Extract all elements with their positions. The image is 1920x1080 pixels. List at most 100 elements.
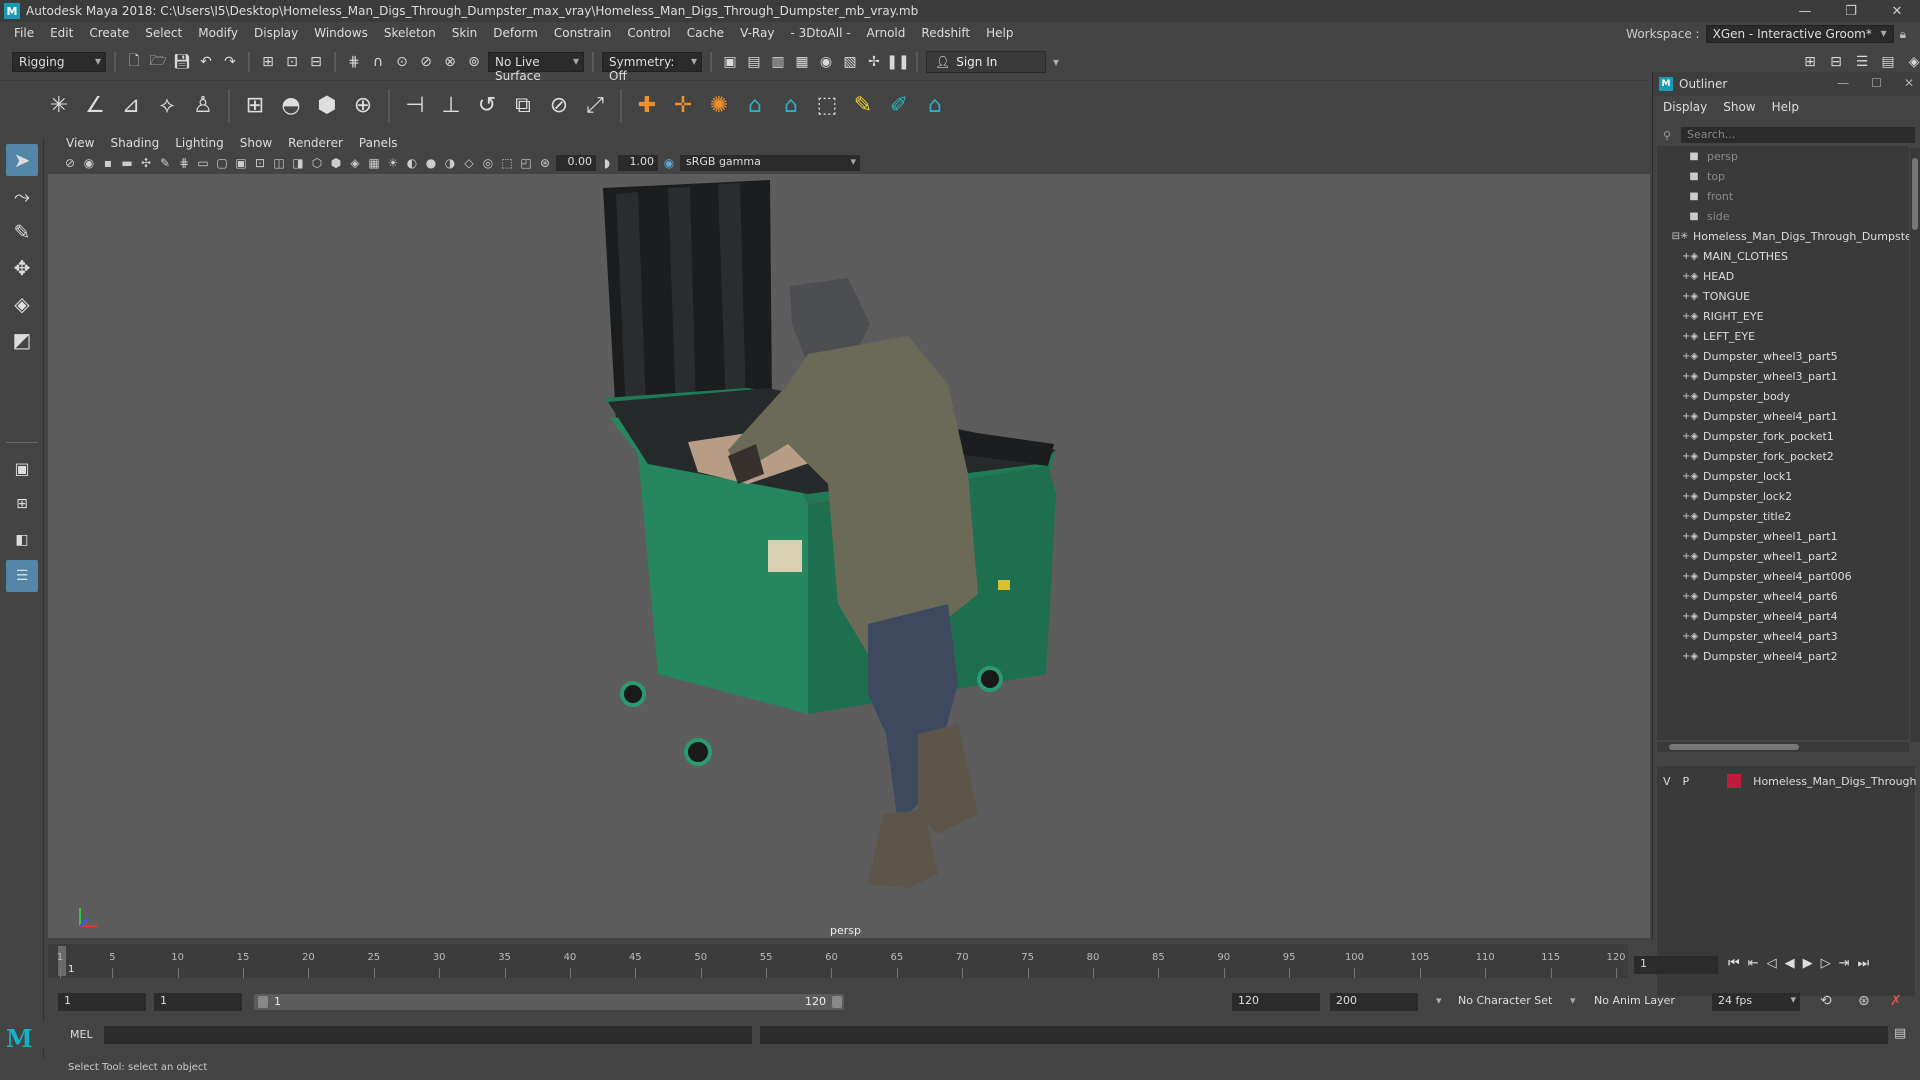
- filter-icon[interactable]: ⚲: [1663, 129, 1671, 142]
- animation-prefs-icon[interactable]: ✗: [1890, 993, 1902, 1009]
- minimize-button[interactable]: —: [1782, 0, 1828, 22]
- outliner-search-input[interactable]: Search...: [1681, 127, 1915, 143]
- use-lights-icon[interactable]: ☀: [385, 155, 401, 171]
- minimize-button[interactable]: —: [1837, 76, 1849, 90]
- outliner-item[interactable]: ■ front: [1657, 186, 1909, 206]
- parent-constraint-icon[interactable]: ⊣: [400, 91, 430, 121]
- outliner-item[interactable]: +◈ Dumpster_lock2: [1657, 486, 1909, 506]
- outliner-menu-help[interactable]: Help: [1772, 100, 1799, 114]
- resolution-gate-icon[interactable]: ▢: [214, 155, 230, 171]
- hik-skeleton-icon[interactable]: ⌂: [776, 91, 806, 121]
- render-view-icon[interactable]: ▣: [720, 52, 740, 72]
- outliner-item[interactable]: +◈ MAIN_CLOTHES: [1657, 246, 1909, 266]
- workspace-dropdown[interactable]: XGen - Interactive Groom*: [1705, 25, 1894, 43]
- display-layer-row[interactable]: V P Homeless_Man_Digs_Through: [1663, 774, 1917, 788]
- outliner-item[interactable]: +◈ Dumpster_wheel4_part1: [1657, 406, 1909, 426]
- gamma-icon[interactable]: ◗: [599, 155, 615, 171]
- snap-vertex-icon[interactable]: ⊚: [464, 52, 484, 72]
- step-forward-frame-icon[interactable]: ▷: [1821, 956, 1831, 971]
- time-slider[interactable]: 1 5 10 15 20 25 30 35 40 45 50 55 60 65 70 75 80 85 90 95 10…: [48, 944, 1628, 978]
- loop-icon[interactable]: ⟲: [1820, 993, 1832, 1009]
- command-input[interactable]: [104, 1026, 752, 1044]
- go-to-start-icon[interactable]: ⏮: [1728, 956, 1740, 971]
- isolate-select-icon[interactable]: ◎: [480, 155, 496, 171]
- color-management-icon[interactable]: ◉: [661, 155, 677, 171]
- four-view-icon[interactable]: ⊞: [6, 488, 38, 520]
- locator-icon[interactable]: ✚: [632, 91, 662, 121]
- textured-icon[interactable]: ▦: [366, 155, 382, 171]
- menu-modify[interactable]: Modify: [190, 26, 246, 40]
- symmetry-dropdown[interactable]: Symmetry: Off: [602, 52, 702, 83]
- tool-settings-icon[interactable]: ☰: [1852, 52, 1872, 72]
- save-scene-icon[interactable]: 💾︎: [172, 52, 192, 72]
- render-settings-icon[interactable]: ▦: [792, 52, 812, 72]
- paint-weights-icon[interactable]: ✎: [848, 91, 878, 121]
- point-constraint-icon[interactable]: ⊥: [436, 91, 466, 121]
- menu-edit[interactable]: Edit: [42, 26, 81, 40]
- outliner-item[interactable]: +◈ Dumpster_wheel4_part6: [1657, 586, 1909, 606]
- live-surface-field[interactable]: No Live Surface: [488, 52, 584, 83]
- paint-select-icon[interactable]: ✎: [6, 216, 38, 248]
- render-setup-icon[interactable]: ▧: [840, 52, 860, 72]
- outliner-item[interactable]: +◈ LEFT_EYE: [1657, 326, 1909, 346]
- viewport-menu-view[interactable]: View: [58, 136, 102, 150]
- wireframe-icon[interactable]: ⬡: [309, 155, 325, 171]
- menu-display[interactable]: Display: [246, 26, 306, 40]
- select-hierarchy-icon[interactable]: ⊞: [258, 52, 278, 72]
- snap-view-icon[interactable]: ⊘: [416, 52, 436, 72]
- outliner-item[interactable]: +◈ Dumpster_wheel1_part1: [1657, 526, 1909, 546]
- outliner-item[interactable]: +◈ Dumpster_wheel4_part3: [1657, 626, 1909, 646]
- menu-arnold[interactable]: Arnold: [859, 26, 914, 40]
- outliner-item[interactable]: ■ persp: [1657, 146, 1909, 166]
- menu-skin[interactable]: Skin: [444, 26, 486, 40]
- menu-select[interactable]: Select: [137, 26, 190, 40]
- image-plane-icon[interactable]: ▬: [119, 155, 135, 171]
- xray-icon[interactable]: ⬚: [499, 155, 515, 171]
- open-scene-icon[interactable]: 🗁︎: [148, 52, 168, 72]
- select-tool-icon[interactable]: ➤: [6, 144, 38, 176]
- grease-pencil-icon[interactable]: ✎: [157, 155, 173, 171]
- hik-control-icon[interactable]: ⌂: [740, 91, 770, 121]
- outliner-item[interactable]: +◈ TONGUE: [1657, 286, 1909, 306]
- outliner-layout-icon[interactable]: ☰: [6, 560, 38, 592]
- outliner-item[interactable]: ■ side: [1657, 206, 1909, 226]
- grid-icon[interactable]: ⋕: [176, 155, 192, 171]
- select-object-icon[interactable]: ⊡: [282, 52, 302, 72]
- snap-grid-icon[interactable]: ⋕: [344, 52, 364, 72]
- wireframe-on-shaded-icon[interactable]: ◈: [347, 155, 363, 171]
- menu-cache[interactable]: Cache: [679, 26, 732, 40]
- skin-weights-icon[interactable]: ✐: [884, 91, 914, 121]
- outliner-item[interactable]: +◈ RIGHT_EYE: [1657, 306, 1909, 326]
- move-tool-icon[interactable]: ✥: [6, 252, 38, 284]
- rotate-tool-icon[interactable]: ◈: [6, 288, 38, 320]
- two-view-icon[interactable]: ◧: [6, 524, 38, 556]
- outliner-vertical-scrollbar[interactable]: [1910, 148, 1920, 742]
- pause-icon[interactable]: ❚❚: [886, 52, 909, 72]
- ik-spline-icon[interactable]: ⊿: [116, 91, 146, 121]
- script-language-toggle[interactable]: MEL: [70, 1028, 93, 1041]
- close-button[interactable]: ✕: [1904, 76, 1914, 90]
- hik-character-icon[interactable]: ✺: [704, 91, 734, 121]
- menu-skeleton[interactable]: Skeleton: [376, 26, 444, 40]
- outliner-item[interactable]: +◈ HEAD: [1657, 266, 1909, 286]
- layer-editor-icon[interactable]: ◈: [1904, 52, 1920, 72]
- playback-range-bar[interactable]: 1 120: [254, 994, 844, 1010]
- attribute-editor-icon[interactable]: ⊟: [1826, 52, 1846, 72]
- outliner-item[interactable]: ■ top: [1657, 166, 1909, 186]
- field-chart-icon[interactable]: ⊡: [252, 155, 268, 171]
- script-editor-icon[interactable]: ▤: [1894, 1026, 1906, 1041]
- exposure-field[interactable]: 0.00: [556, 155, 596, 171]
- outliner-item[interactable]: +◈ Dumpster_body: [1657, 386, 1909, 406]
- chevron-down-icon[interactable]: ▾: [1436, 994, 1442, 1007]
- snap-curve-icon[interactable]: ∩: [368, 52, 388, 72]
- exposure-icon[interactable]: ⊛: [537, 155, 553, 171]
- menu-redshift[interactable]: Redshift: [913, 26, 978, 40]
- safe-title-icon[interactable]: ◨: [290, 155, 306, 171]
- menu-help[interactable]: Help: [978, 26, 1021, 40]
- go-to-end-icon[interactable]: ⏭: [1858, 956, 1870, 971]
- playback-start-field[interactable]: 1: [154, 993, 242, 1011]
- step-back-frame-icon[interactable]: ◁: [1767, 956, 1777, 971]
- persp-viewport[interactable]: persp: [48, 174, 1650, 938]
- character-set-dropdown[interactable]: No Character Set: [1452, 993, 1570, 1011]
- outliner-menu-display[interactable]: Display: [1663, 100, 1707, 114]
